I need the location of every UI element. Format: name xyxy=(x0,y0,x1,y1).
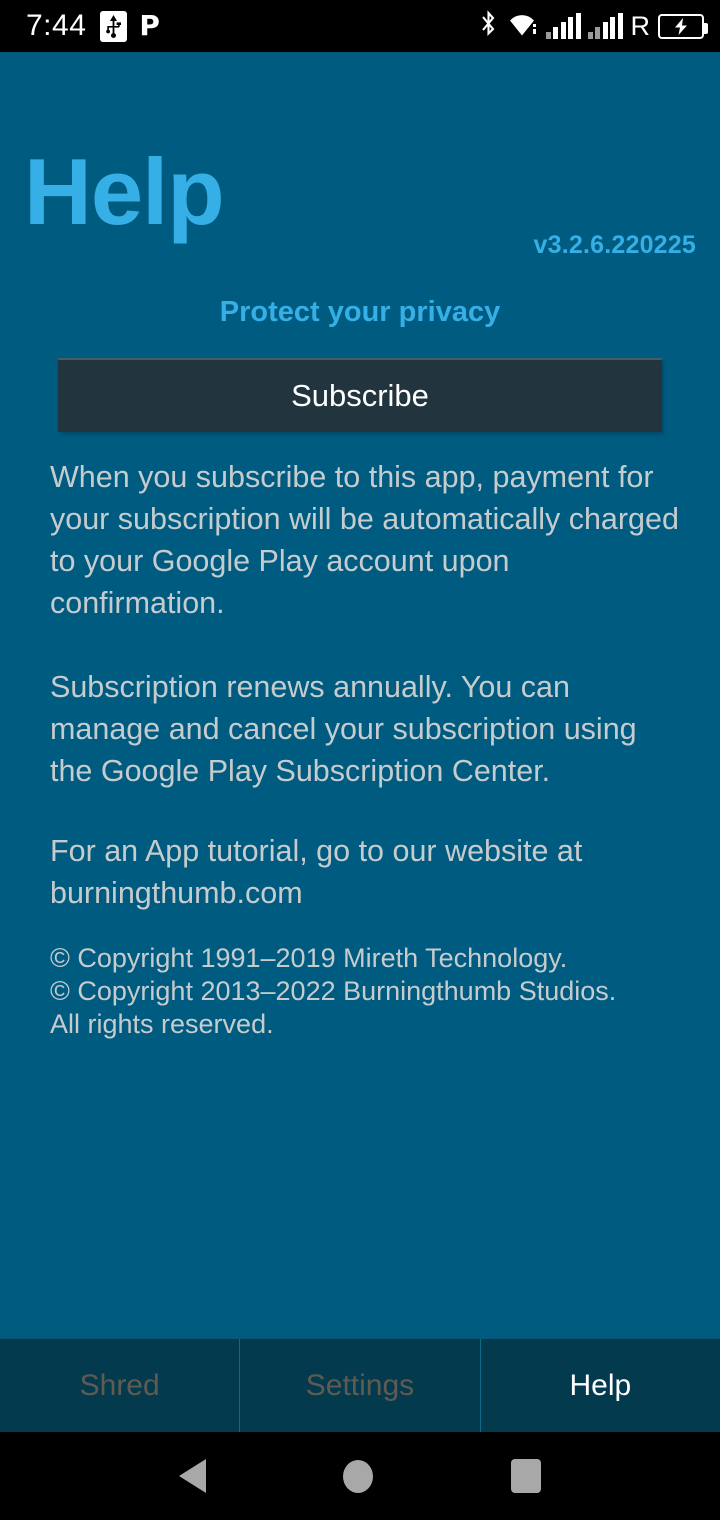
help-text-block: When you subscribe to this app, payment … xyxy=(50,456,686,1041)
recents-button[interactable] xyxy=(511,1459,542,1493)
copyright-line-2: © Copyright 2013–2022 Burningthumb Studi… xyxy=(50,976,617,1006)
home-button[interactable] xyxy=(343,1459,374,1493)
pandora-icon: P xyxy=(139,9,160,42)
roaming-icon: R xyxy=(630,10,651,41)
battery-charging-icon xyxy=(658,13,708,39)
copyright-line-3: All rights reserved. xyxy=(50,1009,274,1039)
copyright-block: © Copyright 1991–2019 Mireth Technology.… xyxy=(50,942,686,1041)
status-bar: 7:44 P R xyxy=(0,0,720,52)
subscription-payment-paragraph: When you subscribe to this app, payment … xyxy=(50,460,679,620)
back-triangle-icon xyxy=(178,1459,206,1493)
subscribe-button[interactable]: Subscribe xyxy=(58,358,662,432)
tutorial-website-paragraph: For an App tutorial, go to our website a… xyxy=(50,834,583,910)
page-title: Help xyxy=(24,139,225,244)
status-bar-clock: 7:44 xyxy=(26,9,87,42)
subscription-renewal-paragraph: Subscription renews annually. You can ma… xyxy=(50,670,637,788)
tab-help[interactable]: Help xyxy=(481,1339,720,1432)
wifi-icon xyxy=(505,10,539,42)
tab-settings[interactable]: Settings xyxy=(240,1339,481,1432)
recents-square-icon xyxy=(511,1459,542,1493)
signal-2-icon xyxy=(587,13,623,39)
phone-screen: 7:44 P R Help v3.2.6.220225 Protect your… xyxy=(0,0,720,1520)
bottom-tab-bar: Shred Settings Help xyxy=(0,1338,720,1432)
android-navigation-bar xyxy=(0,1432,720,1520)
help-page-content: Help v3.2.6.220225 Protect your privacy … xyxy=(0,52,720,1338)
status-bar-right-icons: R xyxy=(479,9,708,43)
privacy-heading: Protect your privacy xyxy=(219,296,501,328)
status-bar-left-icons: P xyxy=(100,9,160,42)
bluetooth-icon xyxy=(479,9,498,43)
tab-shred[interactable]: Shred xyxy=(0,1339,241,1432)
back-button[interactable] xyxy=(178,1459,206,1493)
usb-icon xyxy=(100,10,128,42)
copyright-line-1: © Copyright 1991–2019 Mireth Technology. xyxy=(50,943,568,973)
version-label: v3.2.6.220225 xyxy=(533,231,696,259)
signal-1-icon xyxy=(545,13,581,39)
home-circle-icon xyxy=(343,1459,374,1493)
